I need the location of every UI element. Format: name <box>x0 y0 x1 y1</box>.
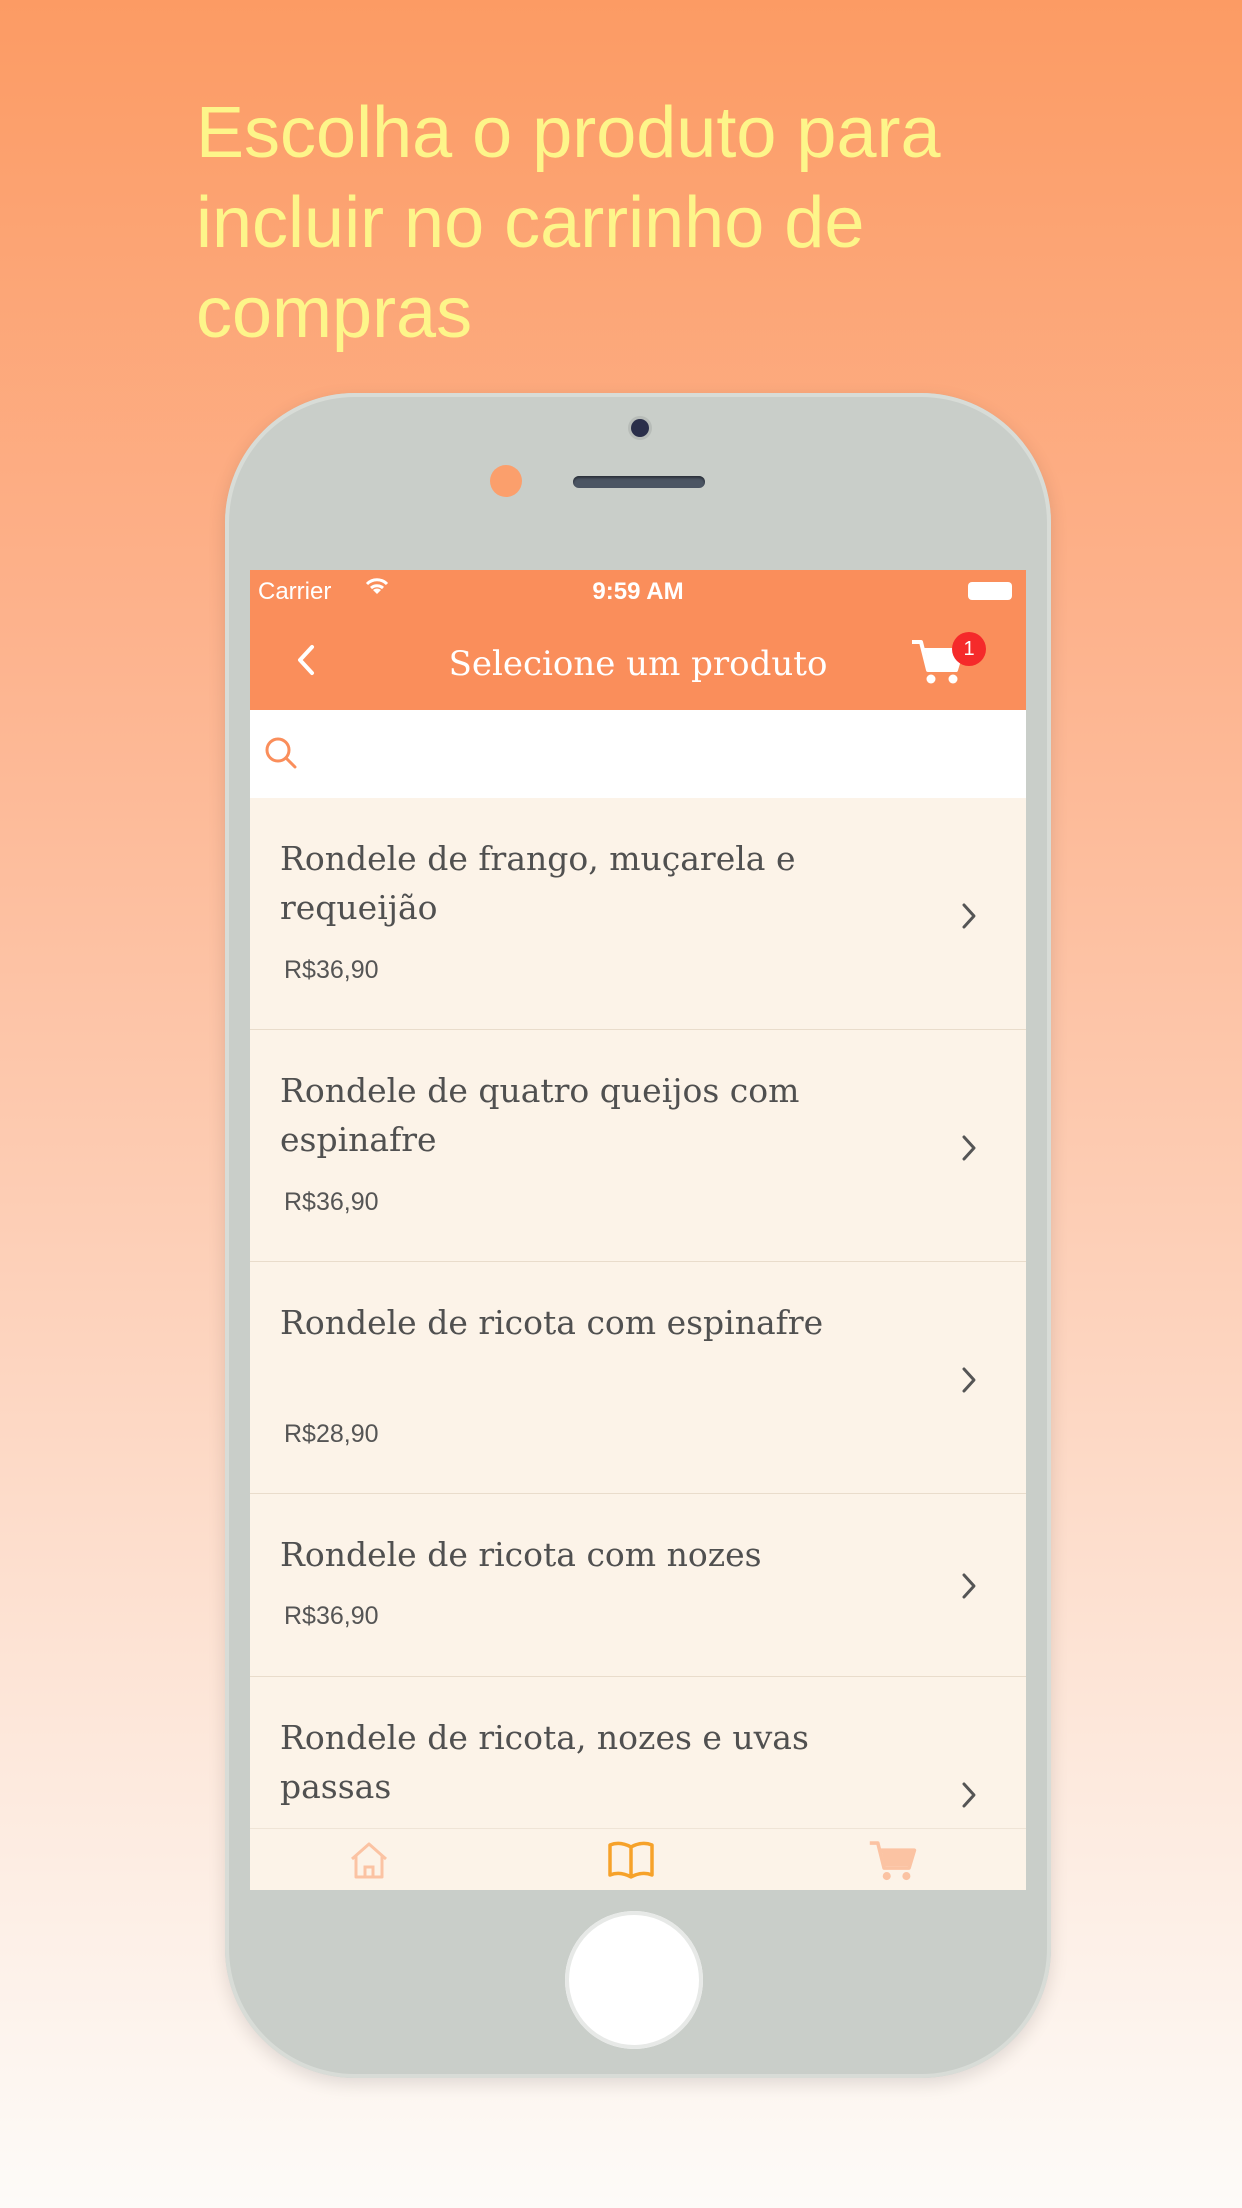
promo-headline: Escolha o produto para incluir no carrin… <box>196 93 941 353</box>
chevron-right-icon <box>962 1367 976 1393</box>
product-price: R$36,90 <box>284 1602 379 1630</box>
search-input[interactable] <box>306 728 1010 782</box>
chevron-right-icon <box>962 1782 976 1808</box>
product-name: Rondele de ricota, nozes e uvas passas <box>280 1718 809 1806</box>
tab-catalog[interactable] <box>606 1837 666 1887</box>
earpiece-speaker <box>573 476 705 488</box>
list-item[interactable]: Rondele de quatro queijos com espinafre … <box>250 1030 1026 1262</box>
product-name: Rondele de ricota com nozes <box>280 1535 762 1574</box>
product-price: R$36,90 <box>284 1188 379 1216</box>
book-icon <box>608 1841 654 1879</box>
search-icon <box>265 737 297 769</box>
phone-frame: Carrier 9:59 AM Selecione um produto 1 R… <box>225 393 1051 2078</box>
tab-home[interactable] <box>346 1837 406 1887</box>
app-screen: Carrier 9:59 AM Selecione um produto 1 R… <box>250 570 1026 1890</box>
navigation-bar: Selecione um produto 1 <box>250 614 1026 710</box>
cart-count-badge: 1 <box>952 632 986 666</box>
search-bar <box>250 710 1026 798</box>
product-price: R$36,90 <box>284 956 379 984</box>
battery-icon <box>968 582 1012 600</box>
list-item[interactable]: Rondele de ricota com nozes R$36,90 <box>250 1494 1026 1677</box>
product-list: Rondele de frango, muçarela e requeijão … <box>250 798 1026 1877</box>
chevron-right-icon <box>962 903 976 929</box>
status-time: 9:59 AM <box>592 578 684 605</box>
cart-button[interactable]: 1 <box>910 632 990 696</box>
list-item[interactable]: Rondele de frango, muçarela e requeijão … <box>250 798 1026 1030</box>
product-name: Rondele de ricota com espinafre <box>280 1303 824 1342</box>
front-camera <box>631 419 649 437</box>
status-bar: Carrier 9:59 AM <box>250 570 1026 614</box>
tab-bar <box>250 1828 1026 1890</box>
tab-cart[interactable] <box>868 1837 928 1887</box>
list-item[interactable]: Rondele de ricota com espinafre R$28,90 <box>250 1262 1026 1494</box>
cart-icon <box>869 1841 917 1881</box>
product-price: R$28,90 <box>284 1420 379 1448</box>
product-name: Rondele de quatro queijos com espinafre <box>280 1071 800 1159</box>
home-hardware-button[interactable] <box>565 1911 703 2049</box>
chevron-right-icon <box>962 1573 976 1599</box>
chevron-right-icon <box>962 1135 976 1161</box>
proximity-sensor <box>490 465 522 497</box>
home-icon <box>351 1842 387 1879</box>
product-name: Rondele de frango, muçarela e requeijão <box>280 839 796 927</box>
